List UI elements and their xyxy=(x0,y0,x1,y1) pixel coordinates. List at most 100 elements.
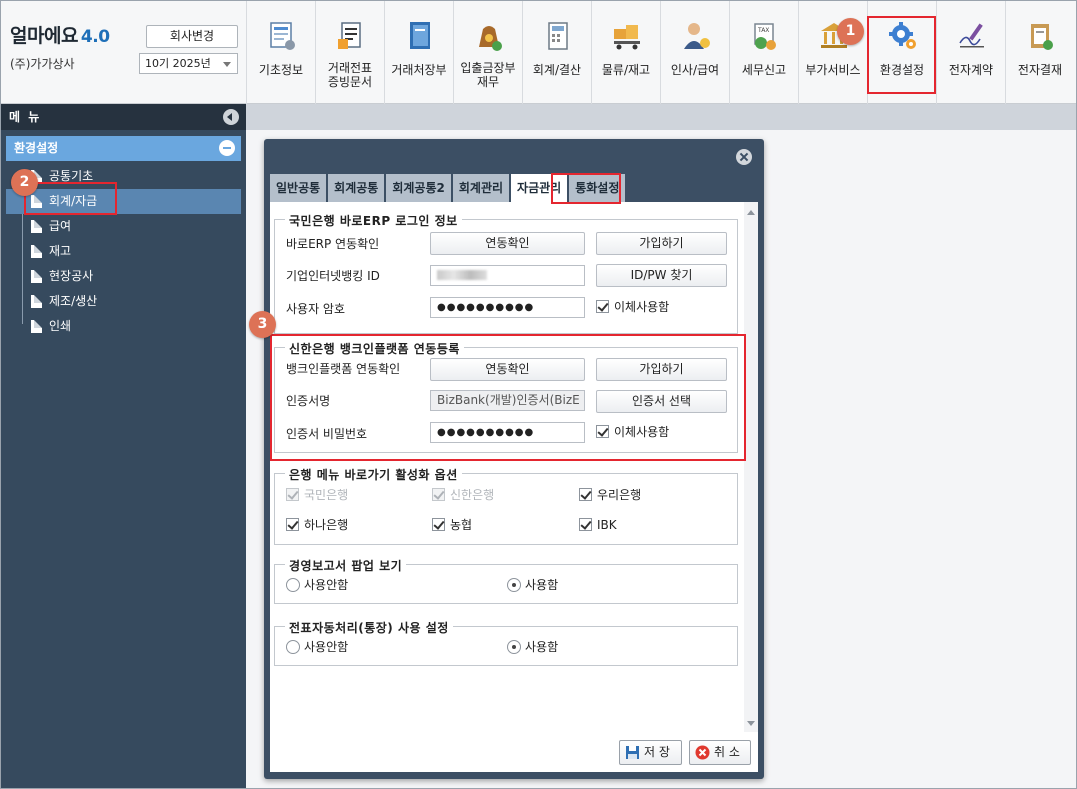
sidebar-item-site-construction[interactable]: 현장공사 xyxy=(1,264,246,289)
document-icon xyxy=(31,245,42,258)
tax-icon: TAX xyxy=(754,23,776,50)
baro-erp-label: 바로ERP 연동확인 xyxy=(286,237,380,251)
save-button[interactable]: 저 장 xyxy=(619,740,682,765)
cancel-button[interactable]: 취 소 xyxy=(689,740,751,765)
toolbar-cashbook[interactable]: 입출금장부 재무 xyxy=(453,1,522,104)
toolbar-tax[interactable]: TAX 세무신고 xyxy=(729,1,798,104)
fund-management-panel: 국민은행 바로ERP 로그인 정보 바로ERP 연동확인 연동확인 가입하기 기… xyxy=(270,202,758,772)
kb-login-group: 국민은행 바로ERP 로그인 정보 바로ERP 연동확인 연동확인 가입하기 기… xyxy=(274,212,738,334)
kb-transfer-checkbox[interactable]: 이체사용함 xyxy=(596,299,669,315)
period-value: 10기 2025년 xyxy=(145,57,211,70)
toolbar-hr[interactable]: 인사/급여 xyxy=(660,1,729,104)
toolbar-basic-info[interactable]: 기초정보 xyxy=(246,1,315,104)
dialog-tabs: 일반공통 회계공통 회계공통2 회계관리 자금관리 통화설정 xyxy=(270,174,627,202)
step-badge-3: 3 xyxy=(249,311,276,338)
pen-sign-icon xyxy=(959,23,984,48)
banking-id-label: 기업인터넷뱅킹 ID xyxy=(286,269,380,283)
bank-checkbox-woori[interactable]: 우리은행 xyxy=(579,487,641,503)
checkbox-checked-icon xyxy=(286,488,299,501)
report-popup-on-radio[interactable]: 사용함 xyxy=(507,577,558,593)
change-company-button[interactable]: 회사변경 xyxy=(146,25,238,48)
sidebar-item-payroll[interactable]: 급여 xyxy=(1,214,246,239)
tab-accounting-common-2[interactable]: 회계공통2 xyxy=(386,174,451,202)
sidebar-header: 메 뉴 xyxy=(1,104,246,130)
group-title: 신한은행 뱅크인플랫폼 연동등록 xyxy=(285,340,464,357)
period-select[interactable]: 10기 2025년 xyxy=(139,53,238,74)
radio-selected-icon xyxy=(507,640,521,654)
minus-icon[interactable] xyxy=(219,140,235,156)
app-name: 얼마에요 xyxy=(10,25,78,47)
bank-checkbox-ibk[interactable]: IBK xyxy=(579,517,617,533)
toolbar-label-text: 거래전표 증빙문서 xyxy=(327,61,373,89)
sidebar-item-accounting-funds[interactable]: 회계/자금 xyxy=(6,189,241,214)
tab-currency-settings[interactable]: 통화설정 xyxy=(569,174,626,202)
toolbar-voucher[interactable]: 거래전표 증빙문서 xyxy=(315,1,384,104)
kb-join-button[interactable]: 가입하기 xyxy=(596,232,727,255)
auto-slip-on-radio[interactable]: 사용함 xyxy=(507,639,558,655)
scroll-up-icon[interactable] xyxy=(747,210,755,215)
money-bag-icon xyxy=(479,26,502,51)
banking-id-input[interactable] xyxy=(430,265,585,286)
group-title: 은행 메뉴 바로가기 활성화 옵션 xyxy=(285,466,462,483)
shinhan-transfer-checkbox[interactable]: 이체사용함 xyxy=(596,424,669,440)
checkbox-checked-icon xyxy=(286,518,299,531)
auto-slip-off-radio[interactable]: 사용안함 xyxy=(286,639,348,655)
user-password-label: 사용자 암호 xyxy=(286,302,346,316)
sidebar-tree: 공통기초 회계/자금 급여 재고 현장공사 제조/생산 인쇄 xyxy=(1,164,246,339)
bank-checkbox-hana[interactable]: 하나은행 xyxy=(286,517,348,533)
group-title: 전표자동처리(통장) 사용 설정 xyxy=(285,619,453,636)
settings-dialog: 일반공통 회계공통 회계공통2 회계관리 자금관리 통화설정 국민은행 바로ER… xyxy=(264,139,764,779)
toolbar-e-approval[interactable]: 전자결재 xyxy=(1005,1,1074,104)
gear-icon xyxy=(889,22,916,49)
sidebar-item-common[interactable]: 공통기초 xyxy=(1,164,246,189)
toolbar-label: 입출금장부 재무 xyxy=(454,61,522,89)
basic-info-icon xyxy=(270,22,295,50)
scroll-down-icon[interactable] xyxy=(747,721,755,726)
toolbar-label: 거래처장부 xyxy=(391,63,447,77)
vertical-scrollbar[interactable] xyxy=(744,202,758,732)
checkbox-label: 하나은행 xyxy=(304,518,349,532)
find-id-pw-button[interactable]: ID/PW 찾기 xyxy=(596,264,727,287)
sidebar-item-print[interactable]: 인쇄 xyxy=(1,314,246,339)
toolbar-accounting[interactable]: 회계/결산 xyxy=(522,1,591,104)
boxes-cart-icon xyxy=(614,25,640,50)
shinhan-join-button[interactable]: 가입하기 xyxy=(596,358,727,381)
tab-fund-management[interactable]: 자금관리 xyxy=(511,174,568,202)
toolbar-ledger[interactable]: 거래처장부 xyxy=(384,1,453,104)
close-icon[interactable] xyxy=(736,149,752,165)
kb-link-check-button[interactable]: 연동확인 xyxy=(430,232,585,255)
report-popup-off-radio[interactable]: 사용안함 xyxy=(286,577,348,593)
checkbox-label: 우리은행 xyxy=(597,488,642,502)
sidebar-item-inventory[interactable]: 재고 xyxy=(1,239,246,264)
select-certificate-button[interactable]: 인증서 선택 xyxy=(596,390,727,413)
shinhan-link-check-button[interactable]: 연동확인 xyxy=(430,358,585,381)
tab-accounting-management[interactable]: 회계관리 xyxy=(452,174,510,202)
toolbar-logistics[interactable]: 물류/재고 xyxy=(591,1,660,104)
collapse-icon[interactable] xyxy=(223,109,239,125)
report-popup-group: 경영보고서 팝업 보기 사용안함 사용함 xyxy=(274,557,738,604)
user-password-input[interactable]: ●●●●●●●●●● xyxy=(430,297,585,318)
tab-accounting-common[interactable]: 회계공통 xyxy=(328,174,385,202)
certificate-password-input[interactable]: ●●●●●●●●●● xyxy=(430,422,585,443)
tab-general-common[interactable]: 일반공통 xyxy=(270,174,327,202)
toolbar-label: 전자계약 xyxy=(948,63,994,77)
floppy-disk-icon xyxy=(626,746,639,759)
toolbar-label: 환경설정 xyxy=(879,63,925,77)
cancel-icon xyxy=(695,745,710,760)
step-badge-2: 2 xyxy=(11,169,38,196)
sidebar-section-settings[interactable]: 환경설정 xyxy=(6,136,241,161)
bank-checkbox-nh[interactable]: 농협 xyxy=(432,517,472,533)
sidebar-item-manufacturing[interactable]: 제조/생산 xyxy=(1,289,246,314)
toolbar-e-contract[interactable]: 전자계약 xyxy=(936,1,1005,104)
checkbox-label: 농협 xyxy=(450,518,473,532)
toolbar-label: 부가서비스 xyxy=(805,63,861,77)
toolbar-extra-services[interactable]: 부가서비스 xyxy=(798,1,867,104)
ledger-book-icon xyxy=(410,22,430,49)
certificate-password-label: 인증서 비밀번호 xyxy=(286,427,368,441)
sidebar-title: 메 뉴 xyxy=(9,110,42,124)
checkbox-label: 국민은행 xyxy=(304,488,349,502)
document-icon xyxy=(31,220,42,233)
toolbar-settings[interactable]: 환경설정 xyxy=(867,1,936,104)
certificate-name-label: 인증서명 xyxy=(286,394,331,408)
chevron-down-icon xyxy=(223,62,231,67)
